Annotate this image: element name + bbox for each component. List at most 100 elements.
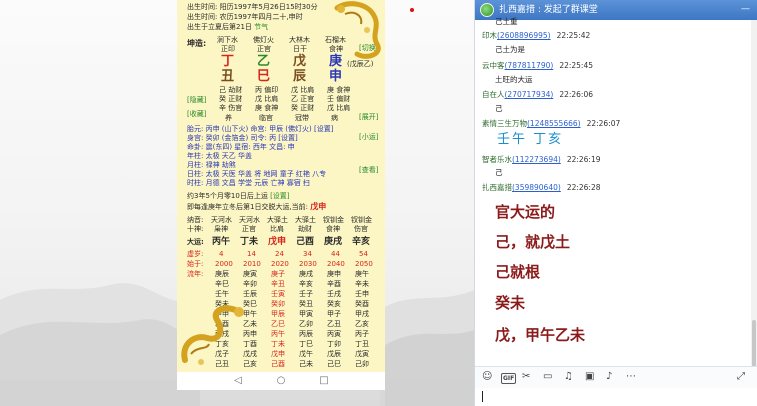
sender-id-link[interactable]: (112273694) — [512, 155, 561, 164]
shinian-cell: 2050 — [355, 260, 373, 268]
liunian-cell: 庚午 — [355, 270, 369, 278]
expand-link[interactable]: [展开] — [359, 113, 378, 121]
liunian-cell: 壬午 — [215, 290, 229, 298]
liunian-cell: 庚子 — [271, 270, 285, 278]
sender-id-link[interactable]: (787811790) — [505, 61, 554, 70]
dayun-shishen-cell: 伤官 — [354, 225, 368, 233]
liunian-cell: 辛未 — [355, 280, 369, 288]
minimize-icon[interactable]: — — [741, 3, 750, 15]
xusui-cell: 44 — [331, 250, 340, 258]
zhangsheng-month: 临官 — [259, 114, 273, 122]
gan-month: 乙 — [257, 54, 271, 69]
message-sender: 自在人(270717934) 22:26:06 — [482, 90, 593, 99]
xusui-cell: 34 — [303, 250, 312, 258]
hide-link[interactable]: [隐藏] — [187, 96, 206, 104]
canggan-month-2: 戊 比肩 — [255, 95, 279, 103]
liunian-cell: 辛酉 — [327, 280, 341, 288]
liunian-cell: 乙巳 — [271, 320, 285, 328]
shinian-cell: 2010 — [243, 260, 261, 268]
liunian-cell: 壬辰 — [243, 290, 257, 298]
gif-icon[interactable]: GIF — [501, 373, 517, 384]
canggan-day-1: 戊 比肩 — [291, 86, 315, 94]
file-icon[interactable]: ▭ — [543, 371, 552, 383]
screenshot-cut-icon[interactable]: ✂ — [522, 371, 530, 383]
phone-navigation-bar: ◁ ○ □ — [177, 372, 385, 390]
qiyun-setting-link[interactable]: [设置] — [270, 192, 289, 200]
hour-pillar-line: 时柱: 月德 文昌 学堂 元辰 亡神 寡宿 扫 — [187, 179, 310, 187]
shengong-line: 身宫: 癸卯 (金箔金) 司令: 丙 [设置] — [187, 134, 298, 142]
emoji-icon[interactable]: ☺ — [482, 371, 492, 383]
sender-id-link[interactable]: (2608896995) — [497, 31, 551, 40]
liunian-cell: 丁卯 — [327, 340, 341, 348]
sender-id-link[interactable]: (1248555666) — [527, 119, 581, 128]
liunian-cell: 壬申 — [355, 290, 369, 298]
zhi-month: 巳 — [257, 69, 271, 84]
image-icon[interactable]: ▣ — [585, 371, 594, 383]
zhi-year: 丑 — [221, 69, 235, 84]
liunian-cell: 己酉 — [271, 360, 285, 368]
sender-id-link[interactable]: (359890640) — [512, 183, 561, 192]
gan-year: 丁 — [221, 54, 235, 69]
dayun-shishen-cell: 正官 — [242, 225, 256, 233]
nayin-month: 佛灯火 — [253, 36, 274, 44]
zhi-day: 辰 — [293, 69, 307, 84]
dayun-nayin-cell: 大驿土 — [295, 216, 316, 224]
liunian-cell: 庚辰 — [215, 270, 229, 278]
big-message-line: 官大运的 — [495, 203, 556, 221]
jieqi-link[interactable]: 节气 — [254, 23, 268, 31]
home-button[interactable]: ○ — [274, 375, 288, 387]
dayun-cell: 辛亥 — [352, 237, 371, 247]
message-list[interactable]: 己土重 印木(2608896995) 22:25:42 己土为是 云中客(7878… — [475, 17, 757, 366]
liunian-cell: 乙卯 — [299, 320, 313, 328]
group-avatar-icon[interactable] — [480, 3, 494, 17]
text-caret — [482, 391, 483, 402]
year-pillar-line: 年柱: 太极 天乙 华盖 — [187, 152, 253, 160]
favorite-link[interactable]: [收藏] — [187, 110, 206, 118]
xiaoyun-link[interactable]: [小运] — [359, 133, 378, 141]
liunian-cell: 乙丑 — [327, 320, 341, 328]
liunian-cell: 壬戌 — [327, 290, 341, 298]
zhangsheng-day: 冠带 — [295, 114, 309, 122]
music-icon[interactable]: ♫ — [564, 371, 573, 383]
liunian-cell: 庚申 — [327, 270, 341, 278]
bell-icon[interactable]: ♪ — [606, 371, 612, 383]
liunian-cell: 癸酉 — [355, 300, 369, 308]
birth-lunar: 出生时间: 农历1997年四月二十,申时 — [187, 13, 303, 21]
canggan-hour-1: 庚 食神 — [327, 86, 351, 94]
liunian-cell: 甲辰 — [271, 310, 285, 318]
chat-scrollbar[interactable] — [751, 20, 757, 380]
big-message-line: 戊，甲午乙未 — [495, 326, 586, 344]
liunian-cell: 戊申 — [271, 350, 285, 358]
sender-id-link[interactable]: (270717934) — [505, 90, 554, 99]
shinian-label: 始于: — [187, 260, 204, 268]
liunian-cell: 癸亥 — [327, 300, 341, 308]
xusui-cell: 14 — [247, 250, 256, 258]
dayun-shishen-label: 十神: — [187, 225, 204, 233]
big-message-line: 癸未 — [495, 294, 526, 312]
back-button[interactable]: ◁ — [231, 375, 245, 387]
liunian-cell: 丙寅 — [327, 330, 341, 338]
canggan-hour-3: 戊 比肩 — [327, 104, 351, 112]
dragon-decoration-bottom — [181, 305, 244, 365]
taiyuan-line: 胎元: 丙申 (山下火) 命宫: 甲辰 (佛灯火) [设置] — [187, 125, 334, 133]
liunian-cell: 甲戌 — [355, 310, 369, 318]
message-text: 己 — [495, 104, 503, 113]
message-sender: 扎西嘉措(359890640) 22:26:28 — [482, 183, 601, 192]
zhangsheng-hour: 病 — [331, 114, 338, 122]
liunian-cell: 辛卯 — [243, 280, 257, 288]
shishen-day: 日干 — [293, 45, 307, 53]
xusui-label: 虚岁: — [187, 250, 204, 258]
gan-day: 戊 — [293, 54, 307, 69]
recent-apps-button[interactable]: □ — [317, 375, 331, 387]
message-text: 己土为是 — [495, 45, 525, 54]
zhangsheng-year: 养 — [225, 114, 232, 122]
message-input[interactable] — [475, 388, 757, 406]
group-chat-panel: 扎西嘉措 : 发起了群课堂 — 己土重 印木(2608896995) 22:25:… — [474, 0, 757, 406]
liunian-cell: 丁巳 — [299, 340, 313, 348]
canggan-month-3: 庚 食神 — [255, 104, 279, 112]
dayun-cell: 丁未 — [240, 237, 259, 247]
canggan-day-3: 癸 正财 — [291, 104, 315, 112]
more-icon[interactable]: ⋯ — [626, 371, 636, 383]
expand-icon[interactable]: ⤢ — [737, 371, 745, 383]
view-link[interactable]: [查看] — [359, 166, 378, 174]
